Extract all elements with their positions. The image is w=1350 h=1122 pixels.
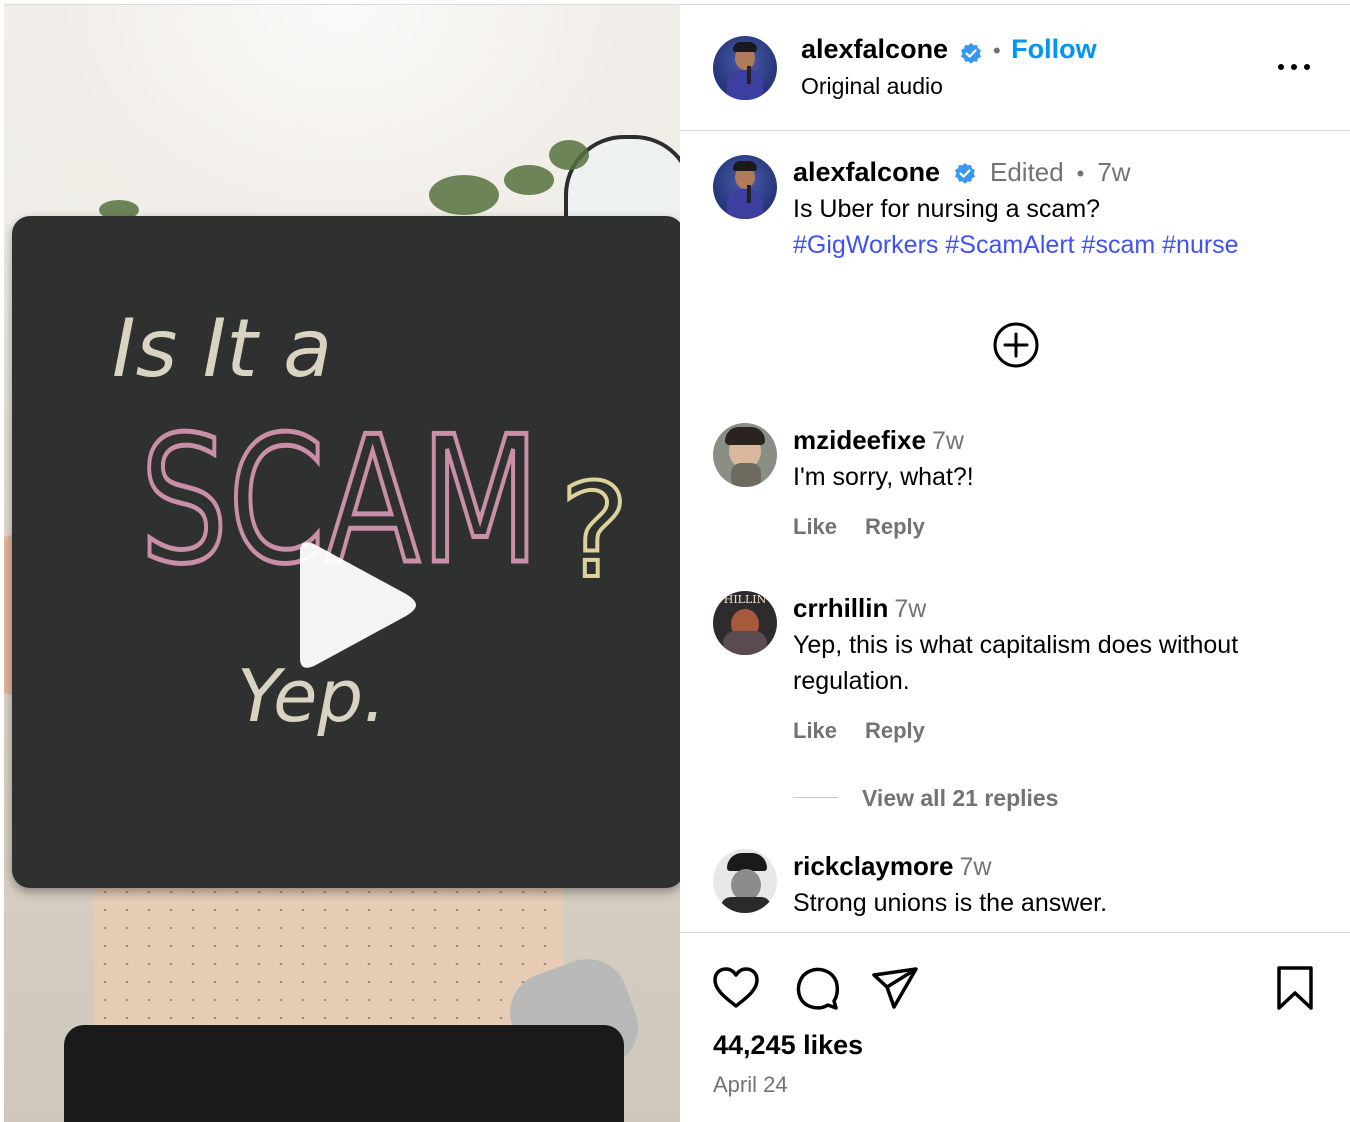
comment-text-line-1: Yep, this is what capitalism does withou…	[793, 631, 1239, 659]
avatar-cat	[731, 463, 761, 487]
comment-header: rickclaymore 7w	[793, 851, 991, 882]
caption-hashtags: #GigWorkers #ScamAlert #scam #nurse	[793, 231, 1239, 260]
caption-separator: •	[1076, 161, 1085, 186]
comment-text: Strong unions is the answer.	[793, 889, 1108, 917]
caption-author-avatar[interactable]	[713, 155, 777, 219]
edited-label: Edited	[989, 157, 1064, 187]
reply-comment-button[interactable]: Reply	[865, 718, 925, 744]
bookmark-icon[interactable]	[1270, 963, 1320, 1013]
avatar-hair	[733, 161, 757, 171]
avatar-body	[727, 189, 763, 219]
avatar-hair	[725, 427, 765, 445]
likes-count[interactable]: 44,245 likes	[713, 1030, 863, 1061]
comment-time: 7w	[894, 595, 927, 623]
verified-badge-icon	[955, 163, 976, 185]
add-circle-icon[interactable]	[992, 321, 1040, 369]
video-player[interactable]: Is It a SCAM ? Yep.	[4, 5, 680, 1122]
caption-header: alexfalcone Edited • 7w	[793, 157, 1131, 188]
audio-label[interactable]: Original audio	[801, 73, 943, 100]
avatar-hair	[733, 42, 757, 52]
caption-time[interactable]: 7w	[1097, 157, 1130, 187]
comment-username[interactable]: rickclaymore	[793, 851, 953, 881]
reply-comment-button[interactable]: Reply	[865, 514, 925, 540]
comment-username[interactable]: crrhillin	[793, 593, 888, 623]
caption-username[interactable]: alexfalcone	[793, 157, 940, 187]
avatar-mic	[747, 185, 751, 203]
hashtag-link[interactable]: #scam	[1082, 231, 1156, 259]
board-question-mark: ?	[560, 455, 629, 607]
avatar-figure-body	[723, 631, 767, 655]
hashtag-link[interactable]: #GigWorkers	[793, 231, 938, 259]
comment-header: mzideefixe 7w	[793, 425, 964, 456]
comment-username[interactable]: mzideefixe	[793, 425, 926, 455]
comment-text: I'm sorry, what?!	[793, 463, 974, 491]
caption-text: Is Uber for nursing a scam?	[793, 195, 1101, 223]
hashtag-link[interactable]: #ScamAlert	[945, 231, 1074, 259]
avatar-text: HILLIN	[723, 593, 767, 606]
post-actions: 44,245 likes April 24	[680, 932, 1350, 1122]
comment-text-line-2: regulation.	[793, 667, 910, 695]
comment-header: crrhillin 7w	[793, 593, 926, 624]
comment-time: 7w	[931, 427, 964, 455]
verified-badge-icon	[960, 42, 981, 64]
author-line: alexfalcone • Follow	[801, 34, 1097, 66]
follow-button[interactable]: Follow	[1011, 34, 1096, 64]
background-plant	[504, 165, 554, 195]
background-plant	[549, 140, 589, 170]
paper-plane-icon[interactable]	[870, 963, 920, 1013]
avatar-body	[727, 70, 763, 100]
replies-divider	[793, 797, 838, 798]
commenter-avatar[interactable]	[713, 849, 777, 913]
play-icon[interactable]	[290, 538, 416, 672]
comment-bubble-icon[interactable]	[792, 963, 842, 1013]
board-line-1: Is It a	[112, 302, 332, 395]
author-avatar[interactable]	[713, 36, 777, 100]
post-date[interactable]: April 24	[713, 1072, 788, 1098]
heart-icon[interactable]	[711, 963, 761, 1013]
post-header: alexfalcone • Follow Original audio	[680, 5, 1350, 131]
commenter-avatar[interactable]	[713, 423, 777, 487]
like-comment-button[interactable]: Like	[793, 514, 837, 540]
more-options-icon[interactable]	[1276, 57, 1312, 77]
person-pants	[64, 1025, 624, 1122]
hashtag-link[interactable]: #nurse	[1162, 231, 1238, 259]
commenter-avatar[interactable]: HILLIN	[713, 591, 777, 655]
avatar-mic	[747, 66, 751, 84]
like-comment-button[interactable]: Like	[793, 718, 837, 744]
post-side-panel: alexfalcone • Follow Original audio alex…	[680, 5, 1350, 1122]
background-plant	[429, 175, 499, 215]
view-replies-button[interactable]: View all 21 replies	[862, 785, 1058, 812]
avatar-body	[721, 897, 771, 913]
author-username[interactable]: alexfalcone	[801, 34, 948, 64]
header-separator: •	[992, 38, 1001, 63]
comment-time: 7w	[959, 853, 992, 881]
